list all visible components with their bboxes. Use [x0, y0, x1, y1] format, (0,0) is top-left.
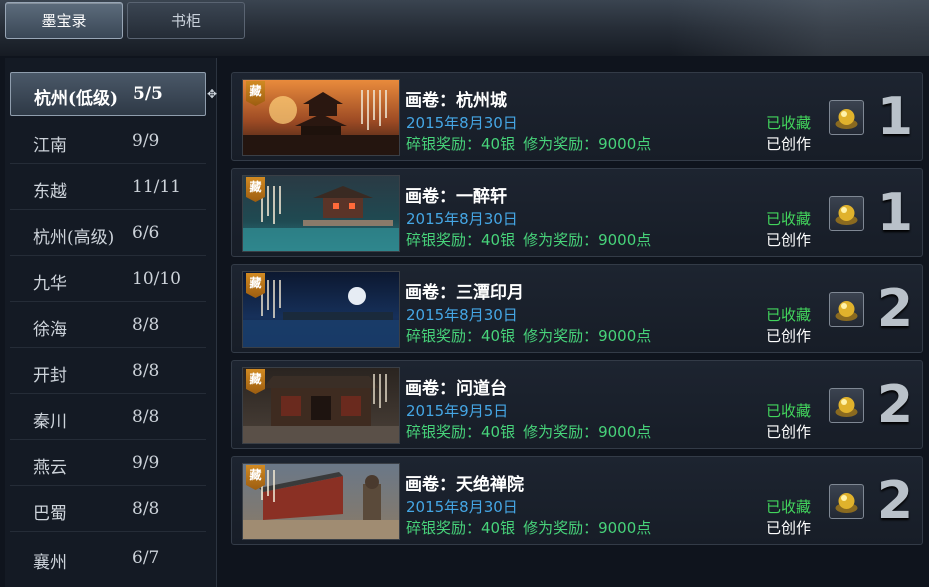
scroll-date: 2015年8月30日 — [406, 306, 518, 324]
scroll-date: 2015年8月30日 — [406, 210, 518, 228]
sidebar-item-count: 9/9 — [132, 131, 160, 151]
created-status: 已创作 — [766, 327, 812, 345]
scroll-card[interactable]: 藏 画卷：三潭印月 2015年8月30日 碎银奖励：40银 修为奖励：9000点 … — [231, 264, 923, 353]
sidebar-item-count: 6/7 — [132, 548, 160, 568]
silver-reward: 碎银奖励：40银 — [406, 135, 516, 153]
sidebar-item-label: 江南 — [33, 136, 67, 156]
scroll-date: 2015年8月30日 — [406, 114, 518, 132]
sidebar-item-jiangnan[interactable]: 江南 9/9 — [10, 118, 206, 164]
scroll-date: 2015年9月5日 — [406, 402, 509, 420]
rank-number: 2 — [876, 279, 914, 339]
gold-orb-reward-icon[interactable] — [829, 484, 864, 519]
gold-orb-reward-icon[interactable] — [829, 100, 864, 135]
scroll-card[interactable]: 藏 画卷：天绝禅院 2015年8月30日 碎银奖励：40银 修为奖励：9000点 … — [231, 456, 923, 545]
scroll-thumbnail: 藏 — [242, 79, 400, 156]
sidebar-item-kaifeng[interactable]: 开封 8/8 — [10, 348, 206, 394]
xp-reward: 修为奖励：9000点 — [523, 519, 652, 537]
scroll-title: 画卷：一醉轩 — [405, 187, 507, 207]
sidebar-item-yanyun[interactable]: 燕云 9/9 — [10, 440, 206, 486]
tab-bookcase[interactable]: 书柜 — [127, 2, 245, 39]
sidebar-item-label: 巴蜀 — [33, 504, 67, 524]
collection-stamp: 藏 — [246, 273, 265, 298]
mountain-silhouette — [669, 0, 929, 56]
pointer-cursor-icon: ✥ — [207, 87, 218, 101]
scroll-thumbnail: 藏 — [242, 463, 400, 540]
sidebar-item-label: 开封 — [33, 366, 67, 386]
xp-reward: 修为奖励：9000点 — [523, 423, 652, 441]
sidebar-item-label: 东越 — [33, 182, 67, 202]
sidebar-item-count: 8/8 — [132, 315, 160, 335]
collected-status: 已收藏 — [766, 210, 812, 228]
scroll-title: 画卷：三潭印月 — [405, 283, 524, 303]
xp-reward: 修为奖励：9000点 — [523, 231, 652, 249]
gold-orb-reward-icon[interactable] — [829, 196, 864, 231]
sidebar-item-label: 杭州(低级) — [34, 89, 119, 109]
rank-number: 1 — [876, 87, 914, 147]
silver-reward: 碎银奖励：40银 — [406, 519, 516, 537]
scroll-rewards: 碎银奖励：40银 修为奖励：9000点 — [406, 325, 659, 346]
rank-number: 2 — [876, 471, 914, 531]
sidebar-item-label: 襄州 — [33, 553, 67, 573]
sidebar-item-label: 徐海 — [33, 320, 67, 340]
scroll-title: 画卷：问道台 — [405, 379, 507, 399]
sidebar-item-bashu[interactable]: 巴蜀 8/8 — [10, 486, 206, 532]
sidebar-item-label: 杭州(高级) — [33, 228, 115, 248]
sidebar-item-xiangzhou[interactable]: 襄州 6/7 — [10, 532, 206, 582]
collected-status: 已收藏 — [766, 306, 812, 324]
created-status: 已创作 — [766, 231, 812, 249]
sidebar-item-qinchuan[interactable]: 秦川 8/8 — [10, 394, 206, 440]
sidebar-item-label: 九华 — [33, 274, 67, 294]
collected-status: 已收藏 — [766, 498, 812, 516]
collected-status: 已收藏 — [766, 114, 812, 132]
silver-reward: 碎银奖励：40银 — [406, 327, 516, 345]
sidebar-item-count: 5/5 — [133, 84, 163, 104]
xp-reward: 修为奖励：9000点 — [523, 327, 652, 345]
collection-stamp: 藏 — [246, 81, 265, 106]
scroll-card[interactable]: 藏 画卷：一醉轩 2015年8月30日 碎银奖励：40银 修为奖励：9000点 已… — [231, 168, 923, 257]
created-status: 已创作 — [766, 135, 812, 153]
sidebar-item-count: 9/9 — [132, 453, 160, 473]
tab-mobaolu[interactable]: 墨宝录 — [5, 2, 123, 39]
scroll-card[interactable]: 藏 画卷：问道台 2015年9月5日 碎银奖励：40银 修为奖励：9000点 已收… — [231, 360, 923, 449]
xp-reward: 修为奖励：9000点 — [523, 135, 652, 153]
collection-stamp: 藏 — [246, 369, 265, 394]
scroll-thumbnail: 藏 — [242, 367, 400, 444]
scroll-title: 画卷：天绝禅院 — [405, 475, 524, 495]
sidebar-item-hangzhou-low[interactable]: 杭州(低级) 5/5 — [10, 72, 206, 116]
collection-stamp: 藏 — [246, 177, 265, 202]
sidebar-item-count: 8/8 — [132, 361, 160, 381]
sidebar-item-count: 10/10 — [132, 269, 181, 289]
created-status: 已创作 — [766, 423, 812, 441]
rank-number: 1 — [876, 183, 914, 243]
scroll-card[interactable]: 藏 画卷：杭州城 2015年8月30日 碎银奖励：40银 修为奖励：9000点 已… — [231, 72, 923, 161]
scroll-thumbnail: 藏 — [242, 175, 400, 252]
scroll-rewards: 碎银奖励：40银 修为奖励：9000点 — [406, 229, 659, 250]
scroll-date: 2015年8月30日 — [406, 498, 518, 516]
sidebar-item-label: 燕云 — [33, 458, 67, 478]
scroll-rewards: 碎银奖励：40银 修为奖励：9000点 — [406, 133, 659, 154]
scroll-rewards: 碎银奖励：40银 修为奖励：9000点 — [406, 517, 659, 538]
sidebar-item-label: 秦川 — [33, 412, 67, 432]
gold-orb-reward-icon[interactable] — [829, 292, 864, 327]
sidebar-item-dongyue[interactable]: 东越 11/11 — [10, 164, 206, 210]
silver-reward: 碎银奖励：40银 — [406, 423, 516, 441]
sidebar-item-hangzhou-high[interactable]: 杭州(高级) 6/6 — [10, 210, 206, 256]
gold-orb-reward-icon[interactable] — [829, 388, 864, 423]
sidebar-item-count: 11/11 — [132, 177, 181, 197]
sidebar-item-xuhai[interactable]: 徐海 8/8 — [10, 302, 206, 348]
sidebar-item-count: 6/6 — [132, 223, 160, 243]
collection-stamp: 藏 — [246, 465, 265, 490]
scroll-rewards: 碎银奖励：40银 修为奖励：9000点 — [406, 421, 659, 442]
created-status: 已创作 — [766, 519, 812, 537]
silver-reward: 碎银奖励：40银 — [406, 231, 516, 249]
sidebar-item-count: 8/8 — [132, 499, 160, 519]
rank-number: 2 — [876, 375, 914, 435]
sidebar-item-jiuhua[interactable]: 九华 10/10 — [10, 256, 206, 302]
collected-status: 已收藏 — [766, 402, 812, 420]
scroll-thumbnail: 藏 — [242, 271, 400, 348]
sidebar-item-count: 8/8 — [132, 407, 160, 427]
scroll-title: 画卷：杭州城 — [405, 91, 507, 111]
